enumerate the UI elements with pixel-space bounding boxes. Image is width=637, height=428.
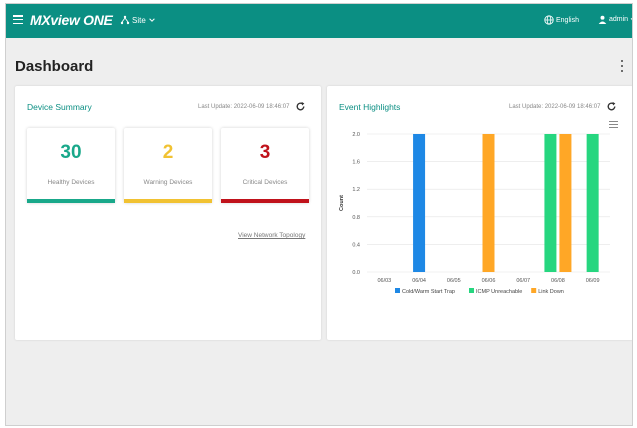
network-icon <box>120 15 130 25</box>
legend-swatch <box>395 288 400 293</box>
x-tick-label: 06/06 <box>482 278 496 284</box>
x-tick-label: 06/03 <box>377 278 391 284</box>
brand-logo: MXview ONE <box>30 12 113 28</box>
view-network-topology-link[interactable]: View Network Topology <box>238 232 305 239</box>
site-selector[interactable]: Site <box>120 15 156 25</box>
bar <box>413 134 426 272</box>
warning-label: Warning Devices <box>143 179 193 186</box>
top-bar: MXview ONE Site English admin <box>6 4 632 38</box>
y-tick-label: 1.2 <box>352 187 360 193</box>
y-axis-label: Count <box>339 195 345 211</box>
critical-count: 3 <box>259 142 271 163</box>
y-tick-label: 0.8 <box>352 215 360 221</box>
user-icon <box>598 15 607 24</box>
healthy-label: Healthy Devices <box>47 179 95 186</box>
healthy-devices-tile[interactable]: 30 Healthy Devices <box>27 128 115 203</box>
refresh-icon[interactable] <box>295 101 306 112</box>
legend-label: Link Down <box>538 289 564 295</box>
x-tick-label: 06/09 <box>586 278 600 284</box>
more-options-icon[interactable] <box>620 60 624 72</box>
site-label: Site <box>132 15 146 25</box>
bar <box>559 134 572 272</box>
x-tick-label: 06/08 <box>551 278 565 284</box>
language-selector[interactable]: English <box>544 15 579 25</box>
bar <box>482 134 495 272</box>
healthy-count: 30 <box>60 142 82 163</box>
x-tick-label: 06/05 <box>447 278 461 284</box>
app-window: MXview ONE Site English admin Dashboard … <box>5 3 633 426</box>
legend-swatch <box>531 288 537 293</box>
critical-label: Critical Devices <box>242 179 288 186</box>
page-title: Dashboard <box>15 58 94 75</box>
bar <box>544 134 557 272</box>
y-tick-label: 1.6 <box>352 160 360 166</box>
critical-bar <box>221 199 309 203</box>
user-menu[interactable]: admin <box>598 15 632 24</box>
device-summary-last-update: Last Update: 2022-06-09 18:46:07 <box>198 104 290 110</box>
bar <box>586 134 599 272</box>
y-tick-label: 2.0 <box>352 132 360 138</box>
globe-icon <box>544 15 554 25</box>
device-summary-title: Device Summary <box>27 102 92 112</box>
device-summary-card: Device Summary Last Update: 2022-06-09 1… <box>15 86 321 340</box>
caret-down-icon <box>630 17 632 20</box>
legend-label: Cold/Warm Start Trap <box>402 289 455 295</box>
event-chart: 0.0 0.4 0.8 1.2 1.6 2.0 Count 06/03 06/04 06/05 06… <box>339 132 610 295</box>
event-highlights-card: Event Highlights Last Update: 2022-06-09… <box>327 86 632 340</box>
healthy-bar <box>27 199 115 203</box>
x-tick-label: 06/07 <box>516 278 530 284</box>
critical-devices-tile[interactable]: 3 Critical Devices <box>221 128 309 203</box>
menu-icon[interactable] <box>13 15 23 25</box>
warning-devices-tile[interactable]: 2 Warning Devices <box>124 128 212 203</box>
x-tick-label: 06/04 <box>412 278 426 284</box>
legend-label: ICMP Unreachable <box>476 289 522 295</box>
chevron-down-icon <box>149 18 155 22</box>
user-label: admin <box>609 16 629 23</box>
legend-swatch <box>469 288 474 293</box>
warning-bar <box>124 199 212 203</box>
warning-count: 2 <box>162 142 174 163</box>
y-tick-label: 0.4 <box>352 242 360 248</box>
language-label: English <box>556 16 579 24</box>
y-tick-label: 0.0 <box>352 270 360 276</box>
